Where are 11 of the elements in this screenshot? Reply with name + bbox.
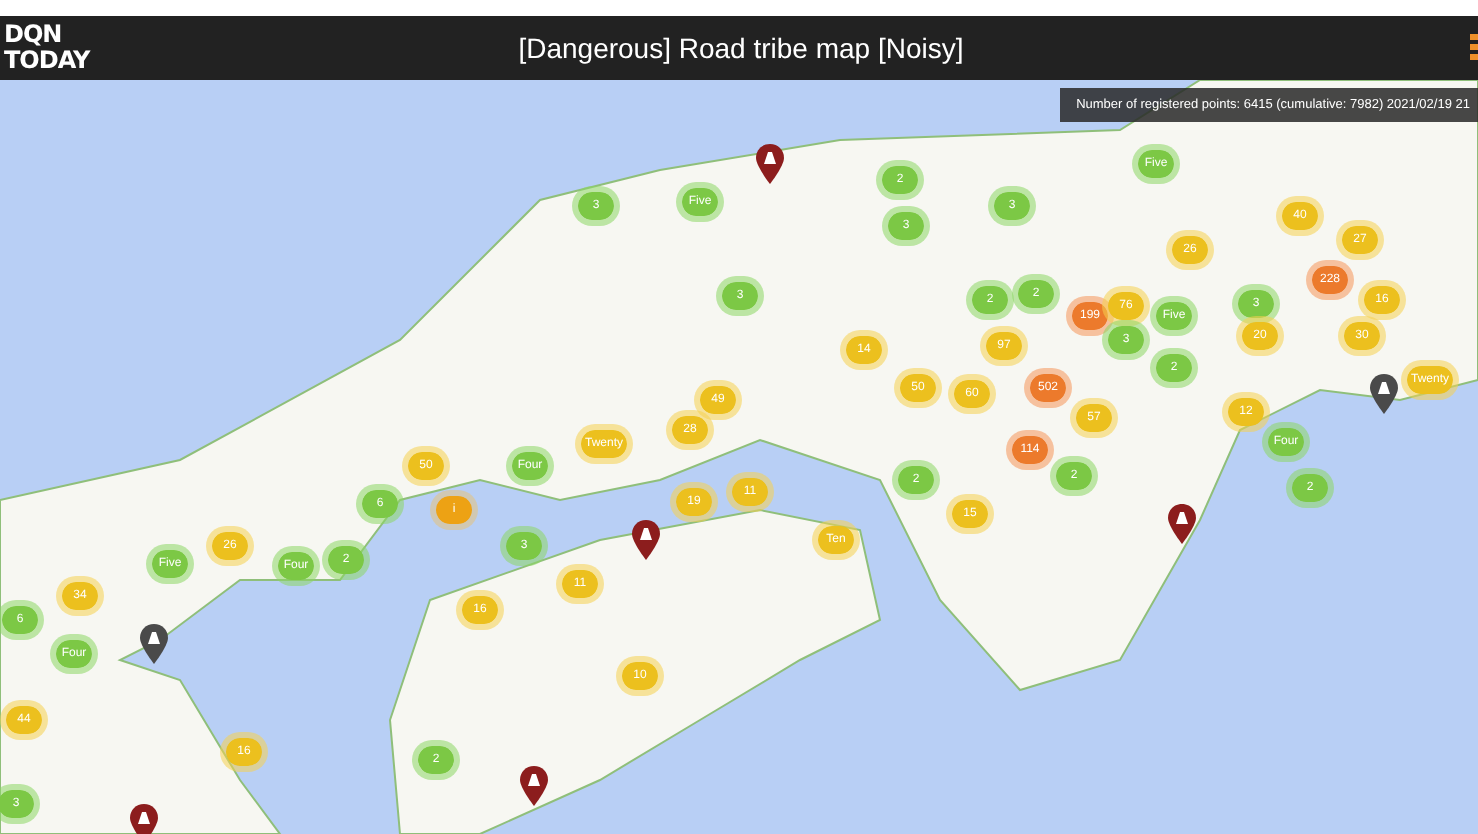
map-pin-icon[interactable] bbox=[756, 144, 784, 184]
logo-text[interactable]: DQN bbox=[4, 22, 144, 48]
menu-icon[interactable] bbox=[1468, 34, 1478, 62]
map-pin-icon[interactable] bbox=[1168, 504, 1196, 544]
logo-text[interactable]: TODAY bbox=[4, 48, 144, 74]
map-pin-icon[interactable] bbox=[632, 520, 660, 560]
map-pin-icon[interactable] bbox=[140, 624, 168, 664]
map-pin-icon[interactable] bbox=[520, 766, 548, 806]
map-pin-icon[interactable] bbox=[1370, 374, 1398, 414]
map-pin-icon[interactable] bbox=[130, 804, 158, 834]
page-title: [Dangerous] Road tribe map [Noisy] bbox=[516, 32, 966, 64]
